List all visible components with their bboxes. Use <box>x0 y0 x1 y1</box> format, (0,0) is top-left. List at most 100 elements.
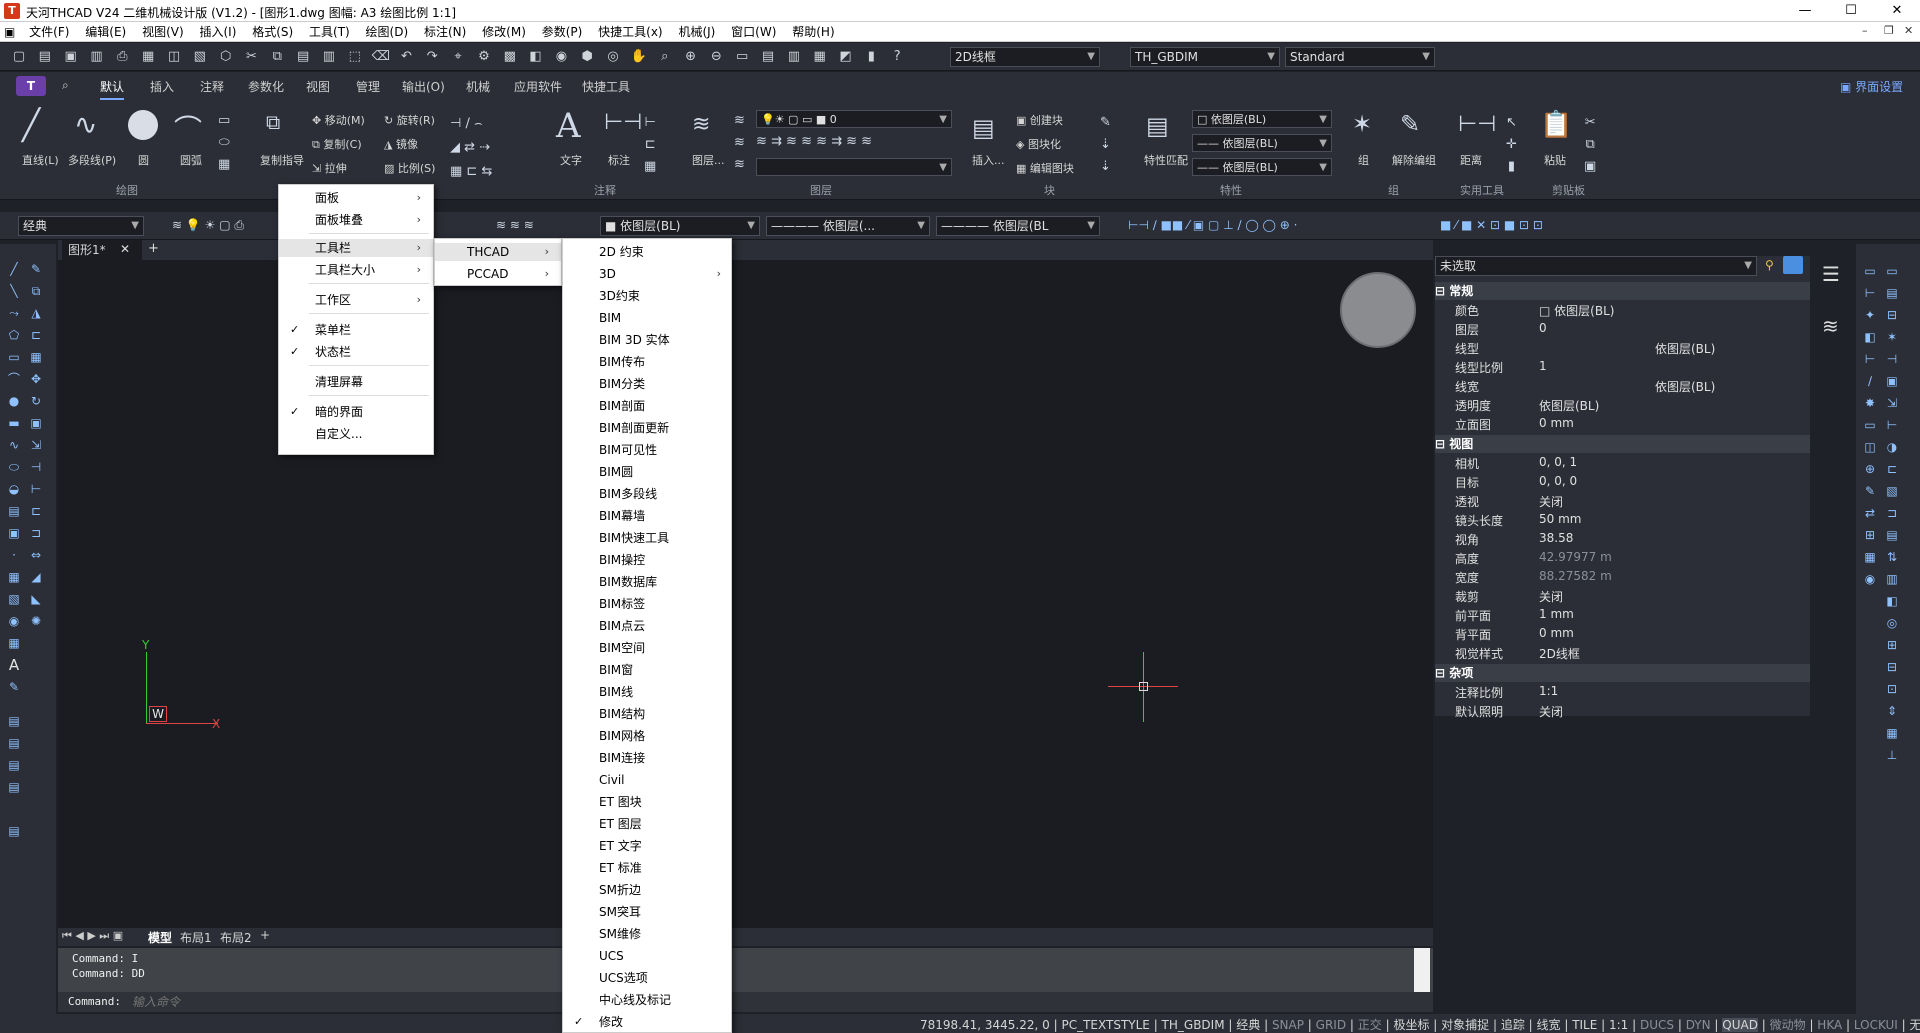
rtb-mech15-icon[interactable]: ▥ <box>1884 572 1900 586</box>
zoom-icon[interactable]: ⌕ <box>656 48 674 66</box>
ltb-ellipse-arc-icon[interactable]: ◒ <box>6 482 22 496</box>
ltb-circle-icon[interactable]: ● <box>6 394 22 408</box>
toolbar-list-item[interactable]: BIM快速工具 <box>563 529 733 547</box>
arc-tool-icon[interactable]: ⌒ <box>174 108 202 148</box>
rtb-mech7-icon[interactable]: ⇲ <box>1884 396 1900 410</box>
doc-minimize-icon[interactable]: – <box>1862 24 1868 37</box>
menu-params[interactable]: 参数(P) <box>536 22 589 42</box>
tab-manage[interactable]: 管理 <box>356 78 380 95</box>
rtb-mech1-icon[interactable]: ▭ <box>1884 264 1900 278</box>
ltb-cloud-icon[interactable]: ▬ <box>6 416 22 430</box>
prop-value[interactable]: 1 <box>1539 359 1547 373</box>
add-layout-icon[interactable]: + <box>260 928 270 942</box>
rtb-mech20-icon[interactable]: ⊡ <box>1884 682 1900 696</box>
preview-icon[interactable]: ◫ <box>165 48 183 66</box>
tab-default[interactable]: 默认 <box>100 78 125 100</box>
ltb-insert-icon[interactable]: ▤ <box>6 504 22 518</box>
menu-mechanical[interactable]: 机械(J) <box>672 22 721 42</box>
rtb-mech18-icon[interactable]: ⊞ <box>1884 638 1900 652</box>
app-menu-button[interactable]: T <box>16 76 46 96</box>
toolbar-list-item[interactable]: 中心线及标记 <box>563 991 733 1009</box>
toolbar-list-item[interactable]: ET 标准 <box>563 859 733 877</box>
ltb-polyline-icon[interactable]: ⤳ <box>6 306 22 320</box>
color-prop-select[interactable]: □ 依图层(BL) ▼ <box>1192 110 1332 128</box>
ungroup-label[interactable]: 解除编组 <box>1392 152 1436 168</box>
properties-icon[interactable]: ▤ <box>759 48 777 66</box>
panel-layer-label[interactable]: 图层 <box>810 182 832 198</box>
ltb-rotate-icon[interactable]: ↻ <box>28 394 44 408</box>
pan-icon[interactable]: ✋ <box>630 48 648 66</box>
prop-value[interactable]: 0, 0, 1 <box>1539 455 1577 469</box>
ltb-copy-icon[interactable]: ⧉ <box>28 284 44 298</box>
ltb-rect-icon[interactable]: ▭ <box>6 350 22 364</box>
toolbar-list-item[interactable]: BIM标签 <box>563 595 733 613</box>
toolbar-list-item[interactable]: 3D › <box>563 265 733 283</box>
tab-annotate[interactable]: 注释 <box>200 78 224 95</box>
status-nudge[interactable]: 微动物 <box>1770 1018 1806 1032</box>
layout-nav-icons[interactable]: ⏮ ◀ ▶ ⏭ ▣ <box>62 929 123 943</box>
row-color-select[interactable]: ■ 依图层(BL) ▼ <box>600 216 760 236</box>
rtb-mech13-icon[interactable]: ▤ <box>1884 528 1900 542</box>
prop-value[interactable]: 0 mm <box>1539 626 1574 640</box>
tool-palette-icon[interactable]: ▩ <box>501 48 519 66</box>
doc-tab-close-icon[interactable]: ✕ <box>120 242 130 256</box>
status-osnap[interactable]: 对象捕捉 <box>1441 1018 1489 1032</box>
toolbar-list-item[interactable]: BIM可见性 <box>563 441 733 459</box>
ltb-layer4-icon[interactable]: ▤ <box>6 780 22 794</box>
select-objects-icon[interactable] <box>1783 256 1803 274</box>
rtb-mech3-icon[interactable]: ⊟ <box>1884 308 1900 322</box>
ltb-extend-icon[interactable]: ⊢ <box>28 482 44 496</box>
layer-props-button-icon[interactable]: ≋ <box>692 112 710 137</box>
rtb-dim4-icon[interactable]: ⊢ <box>1862 352 1878 366</box>
toolbar-list-item[interactable]: BIM剖面更新 <box>563 419 733 437</box>
row-lineweight-select[interactable]: ———— 依图层(BL ▼ <box>936 216 1100 236</box>
rotate-button[interactable]: ↻ 旋转(R) <box>384 112 435 128</box>
layer-props-label[interactable]: 图层... <box>692 152 725 168</box>
ltb-layer1-icon[interactable]: ▤ <box>6 714 22 728</box>
toolbar-list-item[interactable]: BIM剖面 <box>563 397 733 415</box>
status-lweight[interactable]: 线宽 <box>1537 1018 1561 1032</box>
open-file-icon[interactable]: ▤ <box>36 48 54 66</box>
menu-insert[interactable]: 插入(I) <box>193 22 242 42</box>
menu-quicktools[interactable]: 快捷工具(x) <box>592 22 668 42</box>
ctx-customize[interactable]: 自定义... <box>279 425 433 443</box>
prop-value[interactable]: 依图层(BL) <box>1655 378 1715 395</box>
prop-value[interactable]: 依图层(BL) <box>1539 397 1599 414</box>
toolbar-list-item[interactable]: 2D 约束 <box>563 243 733 261</box>
rtb-mech9-icon[interactable]: ◑ <box>1884 440 1900 454</box>
save-as-icon[interactable]: ▥ <box>87 48 105 66</box>
panel-block-label[interactable]: 块 <box>1044 182 1055 198</box>
ltb-gradient-icon[interactable]: ▧ <box>6 592 22 606</box>
toolbar-list-item[interactable]: ET 文字 <box>563 837 733 855</box>
ltb-trim-icon[interactable]: ⊣ <box>28 460 44 474</box>
rtb-mech11-icon[interactable]: ▧ <box>1884 484 1900 498</box>
status-none[interactable]: 无 <box>1909 1018 1920 1032</box>
ltb-stretch-icon[interactable]: ⇲ <box>28 438 44 452</box>
ltb-join-icon[interactable]: ⊐ <box>28 526 44 540</box>
prop-value[interactable]: 关闭 <box>1539 493 1563 510</box>
ltb-break-icon[interactable]: ⊏ <box>28 504 44 518</box>
dimstyle-select[interactable]: TH_GBDIM ▼ <box>1130 47 1280 67</box>
ltb-offset-icon[interactable]: ⊏ <box>28 328 44 342</box>
rtb-dim9-icon[interactable]: ⊕ <box>1862 462 1878 476</box>
tab-output[interactable]: 输出(O) <box>402 78 445 95</box>
rtb-mech21-icon[interactable]: ⇕ <box>1884 704 1900 718</box>
prop-value[interactable]: 关闭 <box>1539 588 1563 605</box>
toolbar-list-item[interactable]: BIM幕墙 <box>563 507 733 525</box>
ltb-arc-icon[interactable]: ⌒ <box>6 372 22 386</box>
blockify-button[interactable]: ◈ 图块化 <box>1016 136 1061 152</box>
panel-group-label[interactable]: 组 <box>1388 182 1399 198</box>
status-dimstyle[interactable]: TH_GBDIM <box>1162 1018 1225 1032</box>
ltb-explode-icon[interactable]: ✺ <box>28 614 44 628</box>
ungroup-icon[interactable]: ✎ <box>1400 110 1420 138</box>
doc-close-icon[interactable]: ✕ <box>1904 24 1913 37</box>
ltb-hatch-icon[interactable]: ▦ <box>6 570 22 584</box>
ctx-thcad[interactable]: THCAD › <box>435 243 561 261</box>
toolbar-list-item[interactable]: UCS <box>563 947 733 965</box>
panel-clipboard-label[interactable]: 剪贴板 <box>1552 182 1585 198</box>
ctx-toolbar-size[interactable]: 工具栏大小 › <box>279 261 433 279</box>
section-general[interactable]: ⊟ 常规 <box>1435 282 1810 300</box>
copy-button[interactable]: ⧉ 复制(C) <box>312 136 362 152</box>
sheet-icon[interactable]: ▮ <box>862 48 880 66</box>
edit-block-button[interactable]: ▦ 编辑图块 <box>1016 160 1074 176</box>
